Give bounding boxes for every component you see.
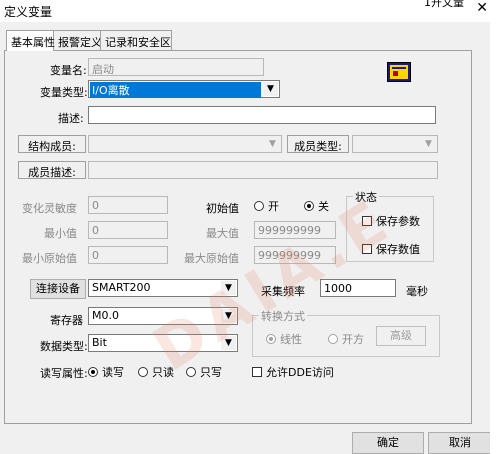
- radio-icon: [186, 367, 196, 377]
- data-type-select[interactable]: Bit ▼: [88, 334, 238, 352]
- checkbox-icon: [362, 244, 372, 254]
- allow-dde-checkbox[interactable]: 允许DDE访问: [252, 364, 334, 380]
- max-value-field: 999999999: [254, 221, 336, 239]
- chevron-down-icon: ▼: [221, 336, 236, 350]
- tab-basic-properties[interactable]: 基本属性: [6, 30, 55, 51]
- chevron-down-icon: ▼: [421, 137, 436, 151]
- radio-selected-icon: [88, 367, 98, 377]
- min-value-label: 最小值: [44, 227, 77, 240]
- initial-value-label: 初始值: [206, 202, 239, 215]
- var-name-field[interactable]: 启动: [88, 58, 264, 76]
- ok-button[interactable]: 确定: [352, 432, 424, 454]
- device-select[interactable]: SMART200 ▼: [88, 279, 238, 297]
- chevron-down-icon: ▼: [221, 309, 236, 323]
- tab-alarm-definition[interactable]: 报警定义: [53, 30, 102, 50]
- struct-member-select: ▼: [88, 135, 282, 153]
- cancel-button[interactable]: 取消: [428, 432, 492, 454]
- var-type-label: 变量类型:: [40, 86, 88, 99]
- close-icon[interactable]: ✕: [476, 0, 488, 16]
- right-edge-strip: [490, 22, 500, 454]
- rw-attribute-label: 读写属性:: [40, 367, 88, 380]
- var-type-select[interactable]: I/O离散 ▼: [88, 80, 280, 98]
- advanced-button: 高级: [376, 326, 426, 346]
- save-params-checkbox[interactable]: 保存参数: [362, 213, 420, 229]
- member-type-select: ▼: [352, 135, 438, 153]
- member-type-label: 成员类型:: [287, 135, 349, 153]
- device-value: SMART200: [92, 281, 151, 294]
- radio-icon: [138, 367, 148, 377]
- chevron-down-icon: ▼: [265, 137, 280, 151]
- data-type-label: 数据类型:: [40, 340, 88, 353]
- description-input[interactable]: [88, 106, 436, 124]
- data-type-value: Bit: [92, 336, 107, 349]
- rw-readwrite-radio[interactable]: 读写: [88, 364, 124, 380]
- min-value-field: 0: [88, 221, 168, 239]
- sample-rate-input[interactable]: 1000: [320, 279, 396, 297]
- initial-on-radio[interactable]: 开: [254, 198, 279, 214]
- var-name-label: 变量名:: [50, 64, 87, 77]
- raw-max-field: 999999999: [254, 246, 336, 264]
- define-variable-dialog: 定义变量 1开文量 ✕ 基本属性 报警定义 记录和安全区 变量名: 启动 变量类…: [0, 0, 500, 454]
- sensitivity-label: 变化灵敏度: [22, 202, 77, 215]
- chevron-down-icon: ▼: [263, 82, 278, 96]
- checkbox-icon: [252, 367, 262, 377]
- member-desc-field: [88, 161, 438, 179]
- window-title: 定义变量: [4, 5, 53, 19]
- radio-selected-icon: [304, 201, 314, 211]
- tab-record-security[interactable]: 记录和安全区: [100, 30, 172, 50]
- max-value-label: 最大值: [206, 227, 239, 240]
- sample-rate-unit: 毫秒: [406, 285, 428, 298]
- register-select[interactable]: M0.0 ▼: [88, 307, 238, 325]
- rw-readonly-radio[interactable]: 只读: [138, 364, 174, 380]
- title-fragment: 1开文量: [424, 0, 464, 9]
- sensitivity-field: 0: [88, 196, 168, 214]
- title-bar: 定义变量 1开文量 ✕: [0, 0, 500, 22]
- register-value: M0.0: [92, 309, 119, 322]
- radio-icon: [254, 201, 264, 211]
- save-values-checkbox[interactable]: 保存数值: [362, 241, 420, 257]
- initial-off-radio[interactable]: 关: [304, 198, 329, 214]
- raw-min-field: 0: [88, 246, 168, 264]
- sqrt-radio: 开方: [328, 331, 364, 347]
- struct-member-label: 结构成员:: [18, 135, 86, 153]
- var-type-value: I/O离散: [90, 82, 261, 98]
- description-label: 描述:: [58, 112, 84, 125]
- conversion-group-title: 转换方式: [259, 308, 307, 324]
- radio-icon: [328, 334, 338, 344]
- checkbox-icon: [362, 216, 372, 226]
- rw-writeonly-radio[interactable]: 只写: [186, 364, 222, 380]
- variable-picture-icon[interactable]: [387, 62, 411, 82]
- linear-radio: 线性: [266, 331, 302, 347]
- register-label: 寄存器: [50, 314, 83, 327]
- state-group-title: 状态: [353, 189, 379, 205]
- connect-device-button[interactable]: 连接设备: [30, 279, 86, 299]
- member-desc-label: 成员描述:: [18, 161, 86, 179]
- raw-min-label: 最小原始值: [22, 252, 77, 265]
- chevron-down-icon: ▼: [221, 281, 236, 295]
- raw-max-label: 最大原始值: [184, 252, 239, 265]
- radio-selected-icon: [266, 334, 276, 344]
- sample-rate-label: 采集频率: [261, 285, 305, 298]
